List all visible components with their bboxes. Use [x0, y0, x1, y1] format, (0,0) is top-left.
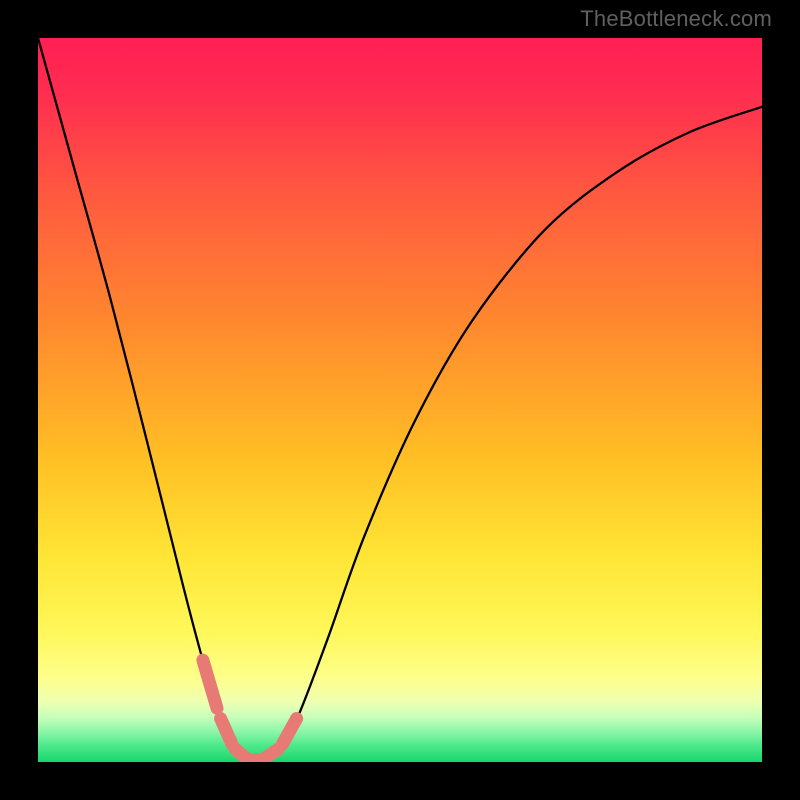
marker-segment	[203, 660, 217, 708]
highlighted-markers	[203, 660, 297, 760]
marker-segment	[283, 719, 297, 744]
marker-segment	[264, 749, 278, 759]
plot-area	[38, 38, 762, 762]
outer-frame: TheBottleneck.com	[0, 0, 800, 800]
bottleneck-curve	[38, 38, 762, 761]
attribution-text: TheBottleneck.com	[580, 6, 772, 32]
marker-segment	[221, 719, 232, 744]
chart-svg	[38, 38, 762, 762]
